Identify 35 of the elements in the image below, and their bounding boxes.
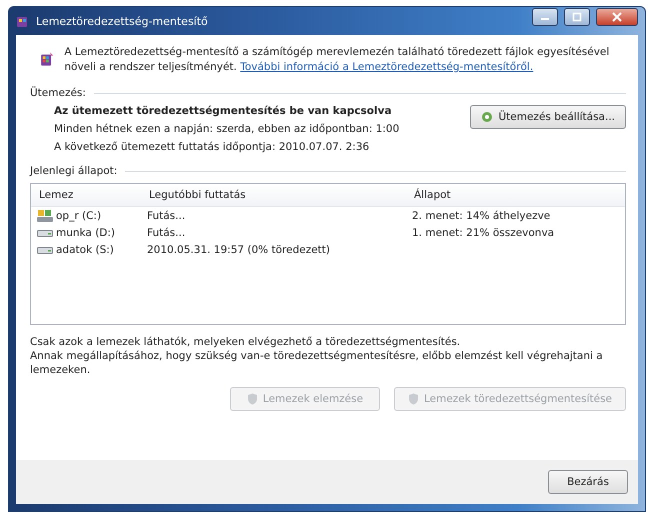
section-label: Jelenlegi állapot: bbox=[30, 165, 118, 177]
maximize-icon bbox=[572, 12, 582, 22]
schedule-settings-button[interactable]: Ütemezés beállítása... bbox=[470, 105, 626, 129]
schedule-status: Az ütemezett töredezettségmentesítés be van kapcsolva bbox=[54, 105, 393, 117]
intro-text: A Lemeztöredezettség-mentesítő a számítógép merevlemezén található töredezett fájlok egyesítésével növeli a rendszer teljesítményét. További információ a Lemeztöredezettség-mentesítőről. bbox=[64, 45, 610, 75]
column-header[interactable]: Legutóbbi futtatás bbox=[149, 189, 414, 201]
drive-icon bbox=[37, 244, 53, 254]
section-label: Ütemezés: bbox=[30, 87, 86, 99]
maximize-button[interactable] bbox=[564, 8, 590, 26]
schedule-info: A következő ütemezett futtatás időpontja: 2010.07.07. 2:36 bbox=[54, 141, 370, 153]
column-header[interactable]: Lemez bbox=[39, 189, 149, 201]
drive-icon bbox=[37, 228, 53, 238]
close-button[interactable] bbox=[596, 8, 638, 26]
shield-icon bbox=[408, 393, 419, 405]
last-run-cell-text: Futás... bbox=[147, 210, 186, 222]
shield-icon bbox=[246, 393, 258, 405]
more-info-link[interactable]: További információ a Lemeztöredezettség-mentesítőről. bbox=[240, 61, 534, 73]
disk-name[interactable]: op_r (C:) bbox=[56, 210, 102, 222]
disk-name[interactable]: munka (D:) bbox=[56, 226, 116, 238]
status-cell-text: 2. menet: 14% áthelyezve bbox=[412, 210, 552, 222]
system-drive-icon bbox=[37, 208, 53, 222]
note-text: Csak azok a lemezek láthatók, melyeken elvégezhető a töredezettségmentesítés. bbox=[30, 335, 462, 349]
schedule-info: Minden hétnek ezen a napján: szerda, ebben az időpontban: 1:00 bbox=[54, 123, 400, 135]
app-icon bbox=[16, 14, 30, 28]
note-text: Annak megállapításához, hogy szükség van-e töredezettségmentesítésre, előbb elemzést kell végrehajtani a lemezeken. bbox=[30, 349, 604, 377]
schedule-icon bbox=[481, 111, 494, 123]
column-header[interactable]: Állapot bbox=[414, 189, 625, 201]
close-dialog-button[interactable]: Bezárás bbox=[548, 470, 628, 494]
last-run-cell-text: Futás... bbox=[147, 226, 186, 238]
close-icon bbox=[612, 12, 622, 22]
disk-name[interactable]: adatok (S:) bbox=[56, 244, 114, 256]
status-cell-text: 1. menet: 21% összevonva bbox=[412, 226, 556, 238]
minimize-button[interactable] bbox=[532, 8, 558, 26]
last-run-cell-text: 2010.05.31. 19:57 (0% töredezett) bbox=[147, 244, 331, 256]
window-title: Lemeztöredezettség-mentesítő bbox=[36, 14, 209, 28]
